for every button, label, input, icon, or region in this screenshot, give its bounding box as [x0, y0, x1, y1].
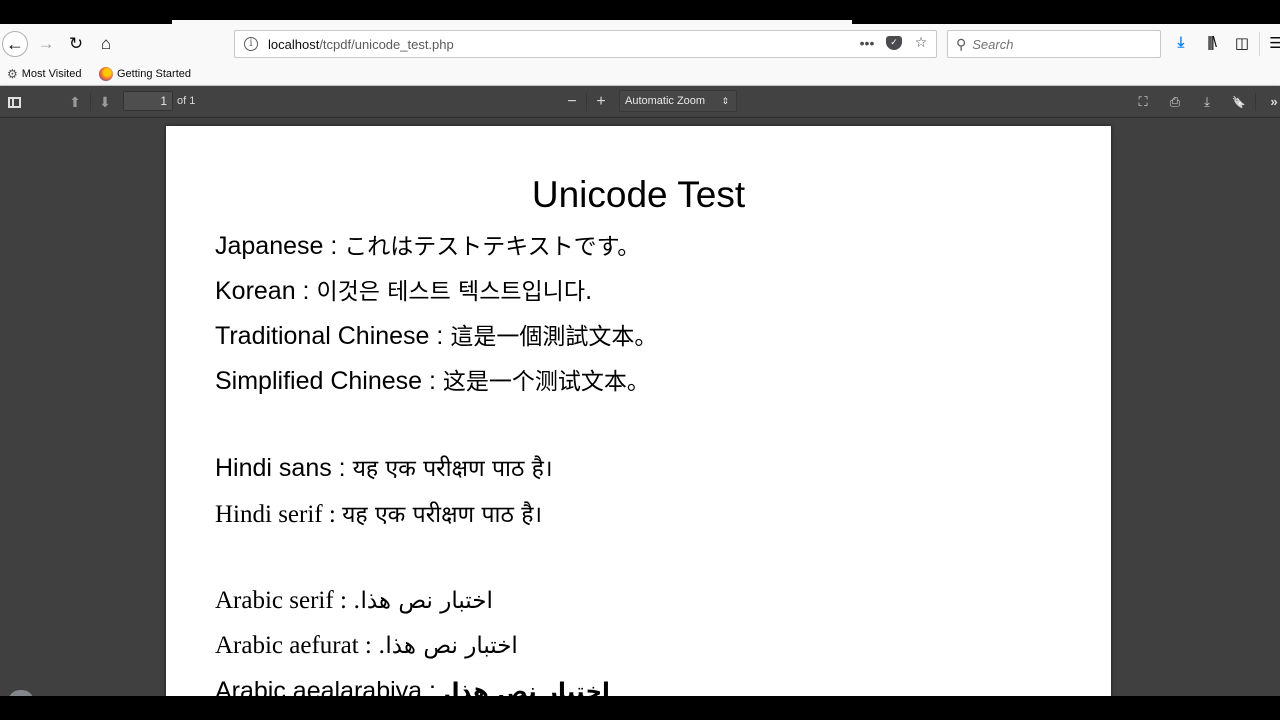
downloads-icon[interactable]: ⤓ — [1171, 34, 1191, 51]
zoom-out-button[interactable]: − — [562, 92, 582, 112]
toolbar-separator — [1255, 93, 1256, 111]
bookmark-label: Most Visited — [21, 68, 82, 80]
pdf-toolbar: ⬆ ⬇ of 1 − + Automatic Zoom ⇕ ⛶ ⎙ ⤓ 🔖 » — [0, 86, 1280, 118]
bookmark-star-icon[interactable]: ☆ — [912, 34, 930, 51]
line-label: Japanese : — [215, 232, 345, 260]
previous-page-button[interactable]: ⬆ — [64, 92, 86, 112]
current-view-button[interactable]: 🔖 — [1229, 92, 1249, 112]
text-line-korean: Korean : 이것은 테스트 텍스트입니다. — [215, 272, 592, 306]
toolbar-separator — [1259, 32, 1260, 56]
bookmark-most-visited[interactable]: ⚙ Most Visited — [7, 67, 81, 81]
gear-icon: ⚙ — [7, 67, 18, 81]
line-label: Traditional Chinese : — [215, 322, 451, 350]
bookmark-label: Getting Started — [117, 68, 191, 80]
hamburger-menu-icon[interactable]: ☰ — [1266, 34, 1280, 52]
bookmarks-toolbar: ⚙ Most Visited Getting Started — [0, 64, 1280, 86]
download-button[interactable]: ⤓ — [1197, 92, 1217, 112]
pdf-page: Unicode Test Japanese : これはテストテキストです。 Ko… — [166, 126, 1111, 696]
page-number-input[interactable] — [123, 91, 173, 111]
line-text: यह एक परीक्षण पाठ है। — [342, 502, 543, 528]
line-text: اختبار نص هذا. — [378, 633, 518, 659]
text-line-hindi-sans: Hindi sans : यह एक परीक्षण पाठ है। — [215, 451, 553, 483]
reload-button[interactable]: ↻ — [64, 32, 88, 56]
pdf-viewer-container[interactable]: Unicode Test Japanese : これはテストテキストです。 Ko… — [0, 118, 1280, 696]
pocket-icon[interactable]: ✓ — [886, 35, 902, 50]
line-label: Korean : — [215, 277, 317, 305]
line-label: Arabic aealarabiya : — [215, 677, 443, 696]
forward-button[interactable]: → — [34, 32, 58, 56]
text-line-simplified-chinese: Simplified Chinese : 这是一个测试文本。 — [215, 362, 650, 396]
toolbar-separator — [586, 93, 587, 111]
firefox-logo-icon — [99, 67, 113, 81]
line-text: 这是一个测试文本。 — [442, 369, 650, 395]
page-actions-menu-icon[interactable]: ••• — [858, 35, 876, 51]
presentation-mode-button[interactable]: ⛶ — [1133, 92, 1153, 112]
document-title: Unicode Test — [531, 174, 746, 215]
download-icon: ⤓ — [1204, 94, 1210, 109]
tools-button[interactable]: » — [1264, 92, 1280, 112]
navigation-toolbar: ← → ↻ ⌂ i localhost/tcpdf/unicode_test.p… — [0, 24, 1280, 64]
line-text: 這是一個測試文本。 — [450, 324, 658, 350]
zoom-select[interactable]: Automatic Zoom ⇕ — [619, 90, 737, 112]
print-button[interactable]: ⎙ — [1165, 92, 1185, 112]
fullscreen-icon: ⛶ — [1138, 94, 1148, 109]
home-icon: ⌂ — [100, 34, 112, 53]
next-page-button[interactable]: ⬇ — [94, 92, 116, 112]
sidebar-toggle-icon — [7, 97, 21, 108]
site-info-icon[interactable]: i — [244, 37, 258, 51]
toggle-sidebar-button[interactable] — [4, 92, 24, 112]
arrow-up-icon: ⬆ — [69, 94, 81, 110]
toolbar-separator — [90, 93, 91, 111]
page-actions: ••• ✓ ☆ — [858, 34, 930, 51]
search-bar[interactable]: ⚲ — [947, 30, 1161, 58]
search-icon: ⚲ — [956, 35, 967, 52]
line-text: यह एक परीक्षण पाठ है। — [352, 456, 553, 482]
back-arrow-icon: ← — [6, 33, 24, 54]
text-line-arabic-aealarabiya: Arabic aealarabiya : اختبار نص هذا. — [215, 677, 610, 696]
zoom-select-value: Automatic Zoom — [625, 95, 706, 107]
reload-icon: ↻ — [68, 34, 84, 53]
text-line-arabic-aefurat: Arabic aefurat : اختبار نص هذا. — [215, 632, 518, 660]
line-label: Simplified Chinese : — [215, 367, 443, 395]
arrow-down-icon: ⬇ — [99, 94, 111, 110]
select-arrows-icon: ⇕ — [721, 96, 729, 106]
plus-icon: + — [596, 93, 606, 110]
print-icon: ⎙ — [1169, 94, 1181, 109]
forward-arrow-icon: → — [37, 34, 55, 53]
text-line-traditional-chinese: Traditional Chinese : 這是一個測試文本。 — [215, 317, 657, 351]
bookmark-icon: 🔖 — [1232, 97, 1246, 109]
line-label: Hindi serif : — [215, 501, 343, 528]
url-host: localhost — [268, 36, 320, 52]
text-line-arabic-serif: Arabic serif : اختبار نص هذا. — [215, 587, 493, 615]
library-icon[interactable]: |||\ — [1201, 34, 1221, 51]
line-text: これはテストテキストです。 — [344, 234, 641, 260]
home-button[interactable]: ⌂ — [94, 32, 118, 56]
text-line-japanese: Japanese : これはテストテキストです。 — [215, 227, 640, 261]
window-top-bar — [0, 0, 1280, 24]
sidebar-icon[interactable]: ◫ — [1232, 34, 1252, 52]
search-input[interactable] — [972, 36, 1153, 52]
bookmark-getting-started[interactable]: Getting Started — [99, 67, 191, 81]
back-button[interactable]: ← — [2, 31, 28, 57]
line-text: اختبار نص هذا. — [442, 679, 610, 696]
minus-icon: − — [567, 93, 577, 110]
url-path: /tcpdf/unicode_test.php — [319, 36, 454, 52]
line-label: Arabic aefurat : — [215, 632, 379, 659]
text-line-hindi-serif: Hindi serif : यह एक परीक्षण पाठ है। — [215, 497, 542, 529]
double-chevron-icon: » — [1270, 94, 1278, 109]
zoom-in-button[interactable]: + — [591, 92, 611, 112]
line-label: Arabic serif : — [215, 587, 354, 614]
line-text: اختبار نص هذا. — [353, 588, 493, 614]
line-text: 이것은 테스트 텍스트입니다. — [316, 279, 593, 305]
line-label: Hindi sans : — [215, 454, 353, 482]
window-bottom-bar — [0, 696, 1280, 720]
page-count-label: of 1 — [177, 95, 196, 107]
address-bar[interactable]: i localhost/tcpdf/unicode_test.php ••• ✓… — [234, 30, 937, 58]
url-text[interactable]: localhost/tcpdf/unicode_test.php — [268, 37, 454, 52]
